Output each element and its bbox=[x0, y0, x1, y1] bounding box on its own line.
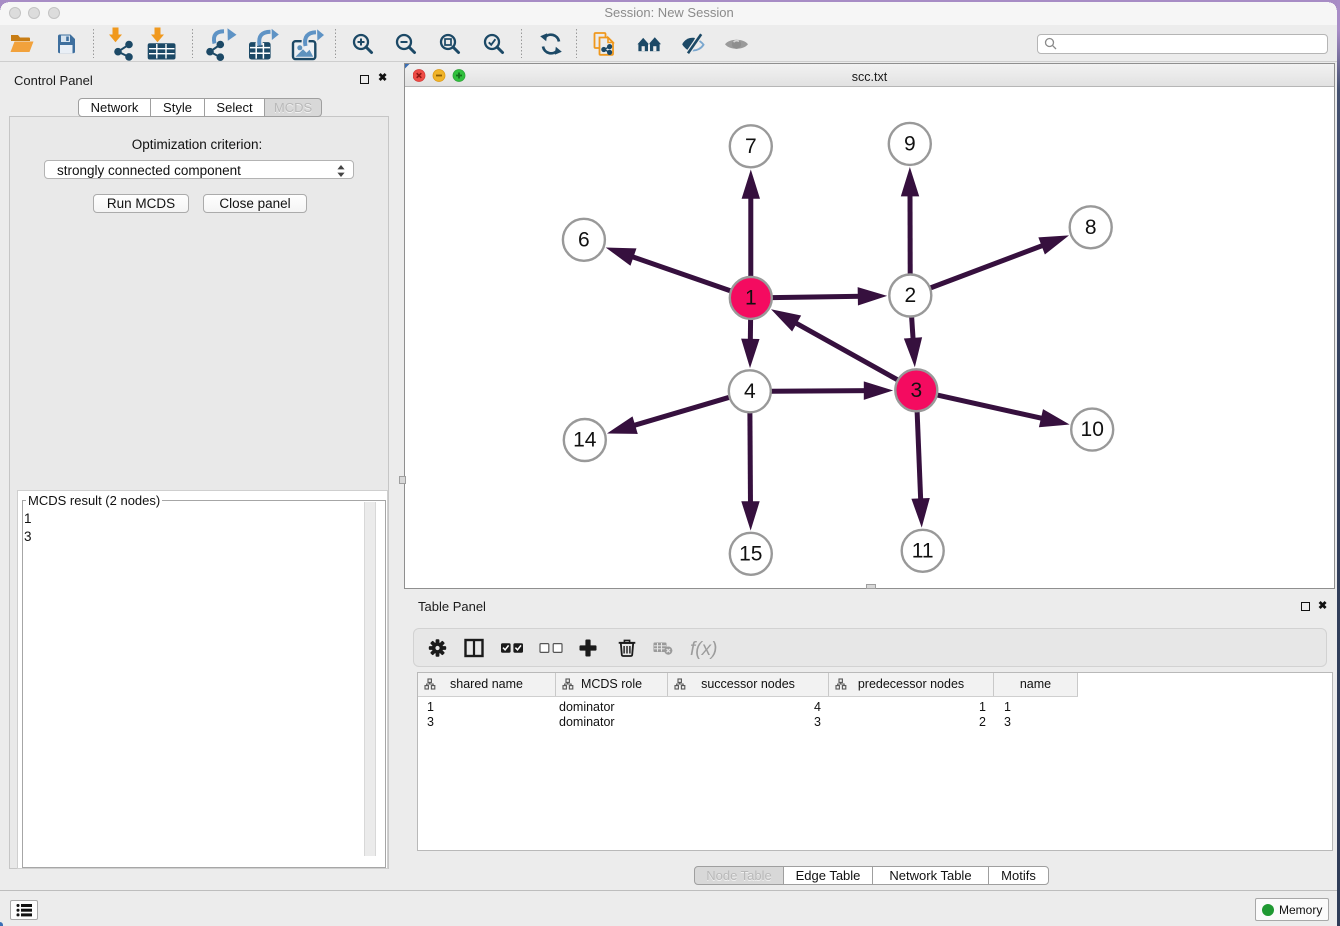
svg-text:9: 9 bbox=[904, 132, 916, 155]
svg-text:1: 1 bbox=[745, 286, 757, 309]
svg-text:3: 3 bbox=[910, 379, 922, 402]
svg-text:f(x): f(x) bbox=[690, 639, 717, 660]
svg-text:11: 11 bbox=[912, 539, 934, 562]
svg-text:2: 2 bbox=[904, 284, 916, 307]
svg-text:8: 8 bbox=[1085, 216, 1097, 239]
svg-text:15: 15 bbox=[739, 542, 762, 565]
svg-text:6: 6 bbox=[578, 228, 590, 251]
svg-text:14: 14 bbox=[573, 429, 597, 452]
svg-text:10: 10 bbox=[1081, 418, 1104, 441]
svg-text:7: 7 bbox=[745, 135, 757, 158]
svg-text:4: 4 bbox=[744, 380, 756, 403]
